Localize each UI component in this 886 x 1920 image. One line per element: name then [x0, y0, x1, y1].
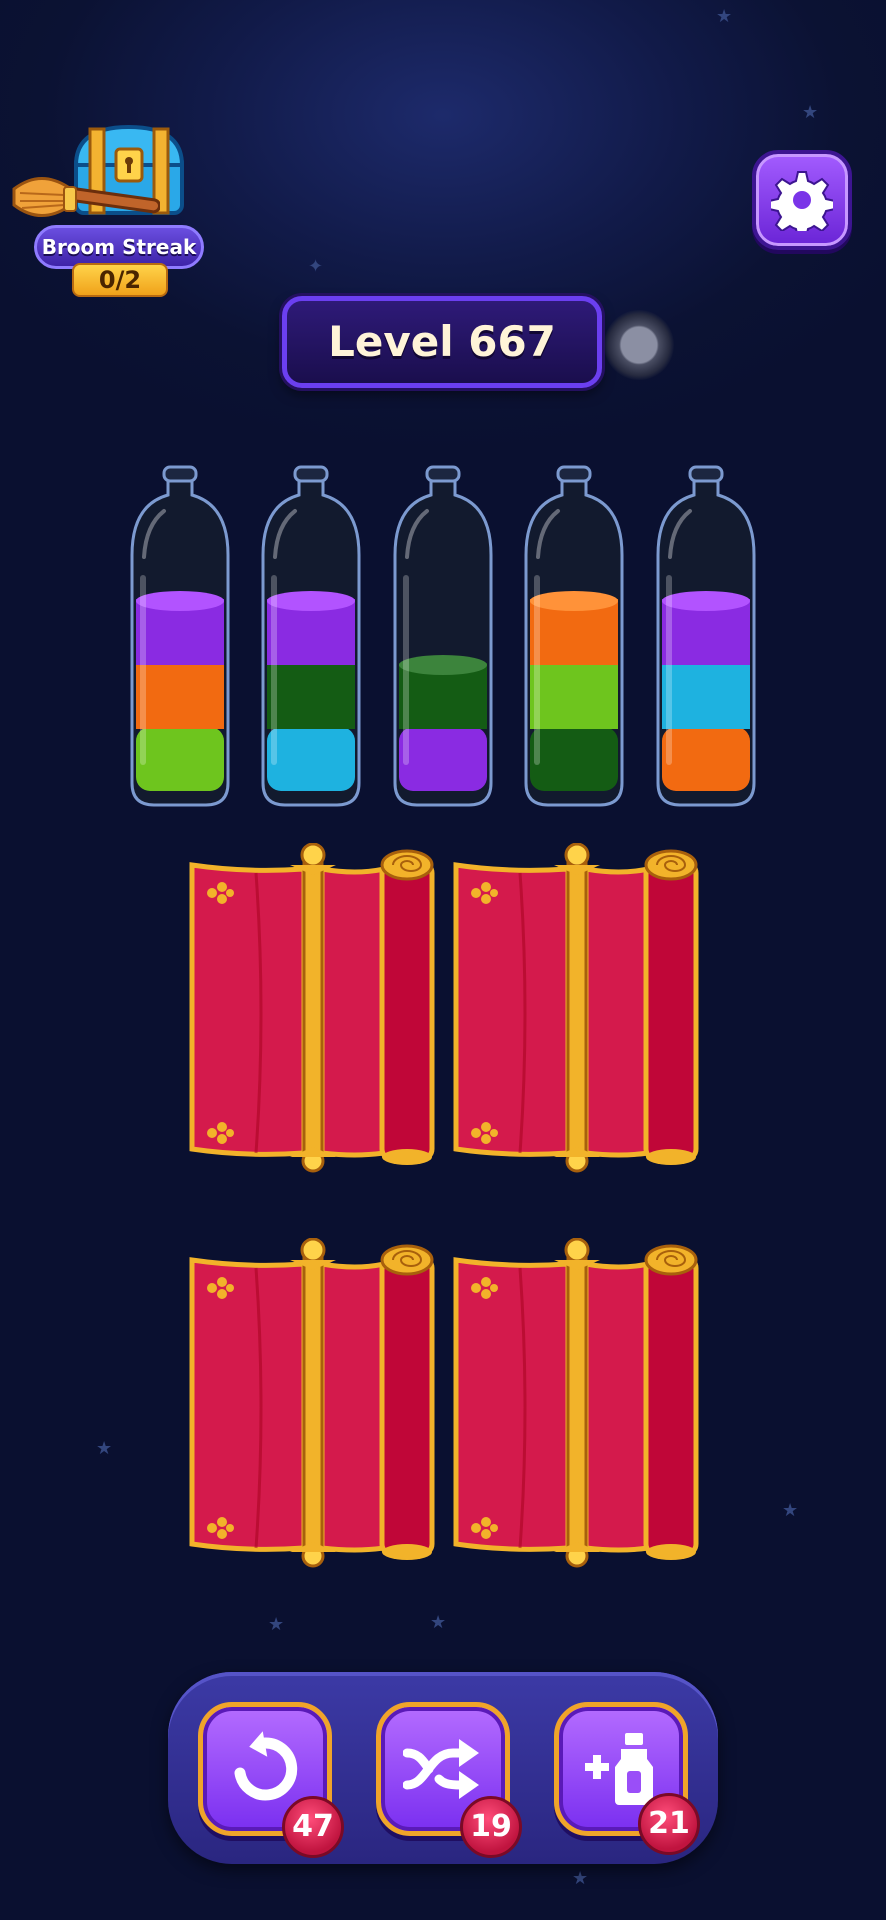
undo-arrow-icon	[234, 1731, 298, 1801]
curtain-covered-bottle[interactable]	[186, 843, 440, 1173]
shuffle-icon	[403, 1739, 479, 1799]
curtain-pole	[302, 1250, 324, 1556]
liquid-layer-lime	[530, 663, 618, 729]
toggle-knob[interactable]	[604, 310, 674, 380]
curtain-pole	[566, 1250, 588, 1556]
curtain-panel-left	[189, 1257, 307, 1552]
liquid-surface	[662, 591, 750, 611]
curtain-panel-right	[319, 865, 387, 1158]
curtain-panel-left	[189, 862, 307, 1157]
curtain-covered-bottle[interactable]	[186, 1238, 440, 1568]
level-indicator: Level 667	[282, 296, 602, 388]
liquid-layer-orange	[662, 727, 750, 791]
curtain-panel-right	[319, 1260, 387, 1553]
liquid-layer-dark-green	[530, 727, 618, 791]
broom-streak-widget[interactable]: Broom Streak 0/2	[10, 115, 210, 305]
curtain-pole	[566, 855, 588, 1161]
curtain-panel-right	[583, 865, 651, 1158]
bottle[interactable]	[518, 465, 630, 810]
liquid-layer-orange	[136, 663, 224, 729]
liquid-surface	[530, 591, 618, 611]
curtain-pole	[302, 855, 324, 1161]
add-bottle-count-badge: 21	[638, 1793, 700, 1855]
curtain-panel-left	[453, 1257, 571, 1552]
liquid-surface	[136, 591, 224, 611]
broom-streak-counter: 0/2	[72, 263, 168, 297]
curtain-panel-left	[453, 862, 571, 1157]
star-decoration: ★	[782, 1500, 799, 1521]
star-decoration: ★	[430, 1612, 447, 1633]
bottle[interactable]	[387, 465, 499, 810]
star-decoration: ★	[716, 6, 733, 27]
star-decoration: ★	[802, 102, 819, 123]
curtain-panel-right	[583, 1260, 651, 1553]
bottle[interactable]	[255, 465, 367, 810]
add-bottle-icon	[585, 1733, 653, 1805]
liquid-layer-sky-blue	[662, 663, 750, 729]
liquid-layer-dark-green	[267, 663, 355, 729]
liquid-layer-sky-blue	[267, 727, 355, 791]
undo-count-badge: 47	[282, 1796, 344, 1858]
curtain-covered-bottle[interactable]	[450, 843, 704, 1173]
star-decoration: ✦	[308, 256, 324, 277]
star-decoration: ★	[96, 1438, 113, 1459]
liquid-surface	[399, 655, 487, 675]
settings-button[interactable]	[752, 150, 852, 250]
liquid-surface	[267, 591, 355, 611]
curtain-covered-bottle[interactable]	[450, 1238, 704, 1568]
liquid-layer-purple	[399, 727, 487, 791]
bottle[interactable]	[124, 465, 236, 810]
star-decoration: ★	[572, 1868, 589, 1889]
gear-icon	[771, 171, 833, 231]
liquid-layer-lime	[136, 727, 224, 791]
shuffle-count-badge: 19	[460, 1796, 522, 1858]
star-decoration: ★	[268, 1614, 285, 1635]
bottle[interactable]	[650, 465, 762, 810]
broom-icon	[12, 177, 160, 217]
